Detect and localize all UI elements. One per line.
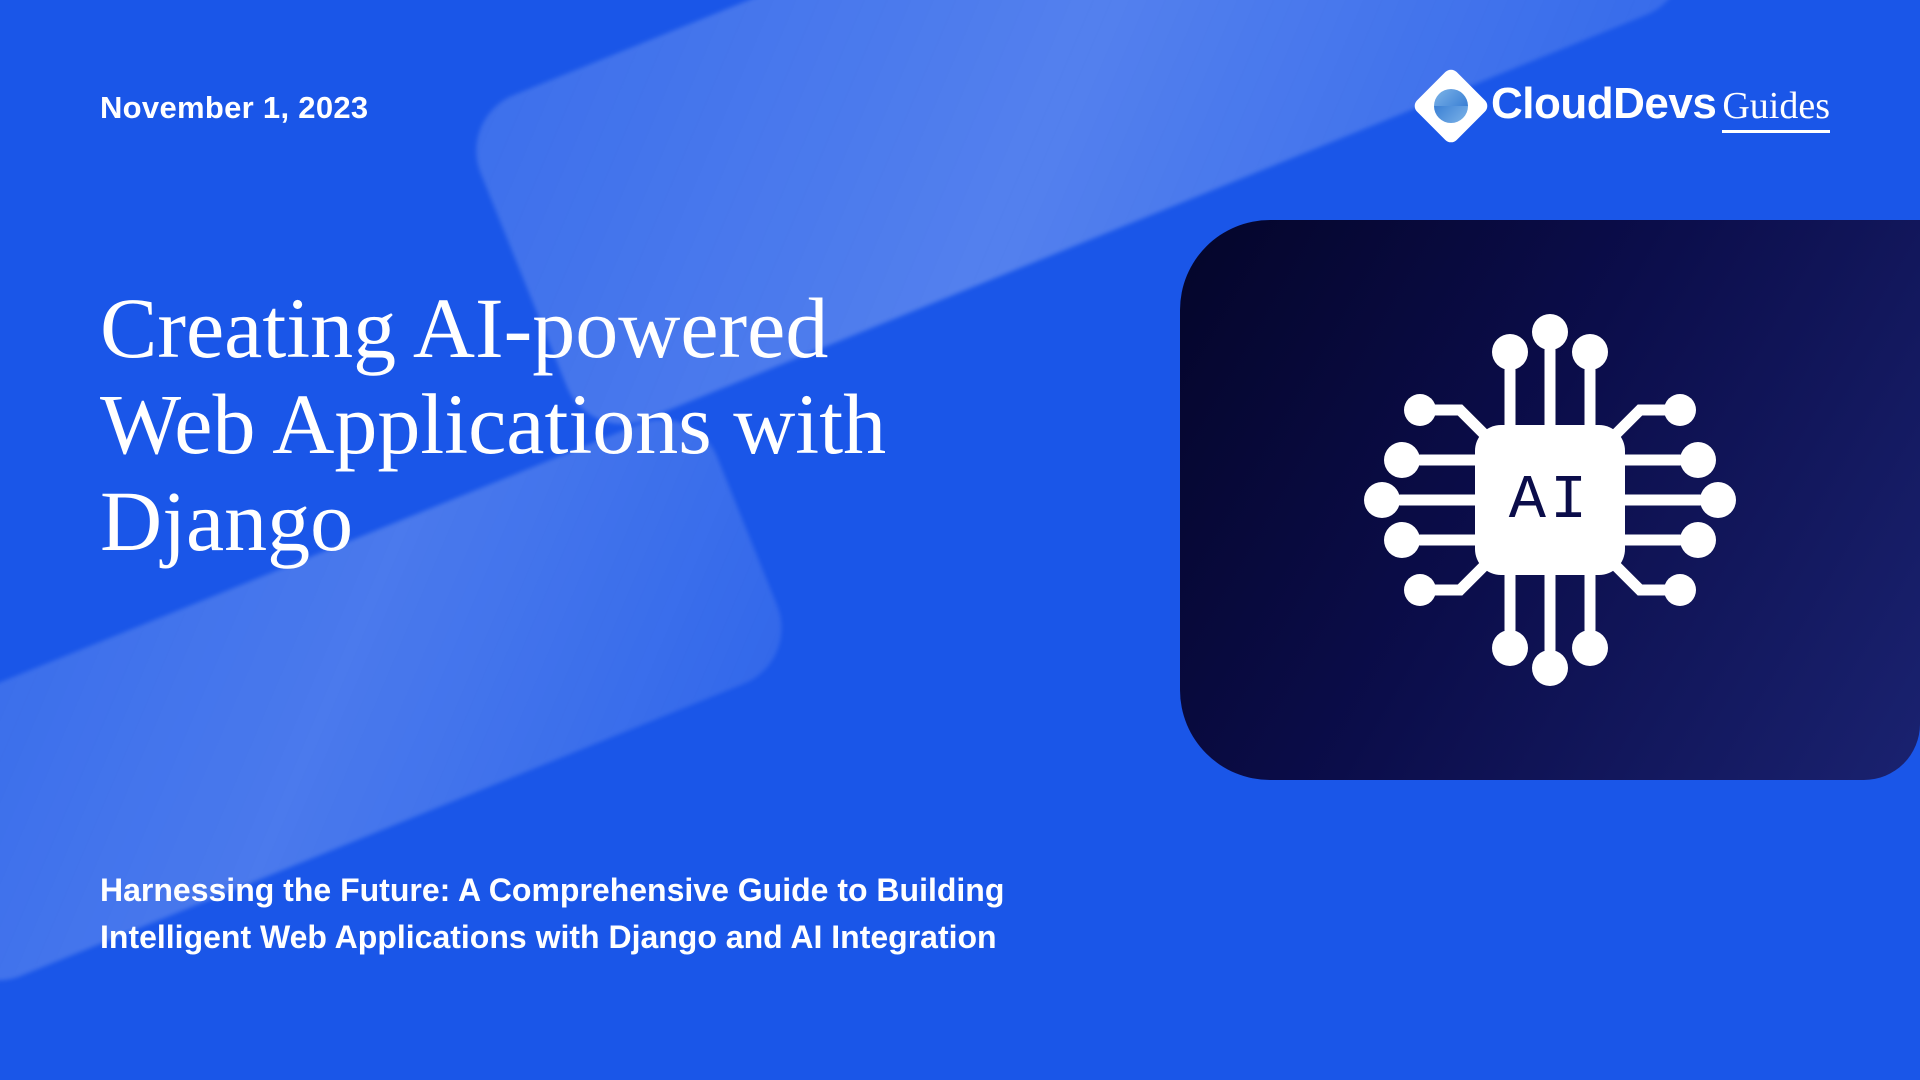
ai-chip-core: AI	[1475, 425, 1625, 575]
brand-suffix: Guides	[1722, 84, 1830, 133]
brand-name: CloudDevs	[1491, 79, 1716, 129]
ai-illustration-card: AI	[1180, 220, 1920, 780]
brand-text: CloudDevs Guides	[1491, 79, 1830, 133]
page-subtitle: Harnessing the Future: A Comprehensive G…	[100, 867, 1150, 960]
clouddevs-logo-icon	[1411, 66, 1490, 145]
page-title: Creating AI-powered Web Applications wit…	[100, 280, 1000, 569]
ai-chip-label: AI	[1509, 465, 1591, 536]
ai-chip-icon: AI	[1340, 290, 1760, 710]
publish-date: November 1, 2023	[100, 90, 368, 126]
brand-block: CloudDevs Guides	[1423, 78, 1830, 134]
